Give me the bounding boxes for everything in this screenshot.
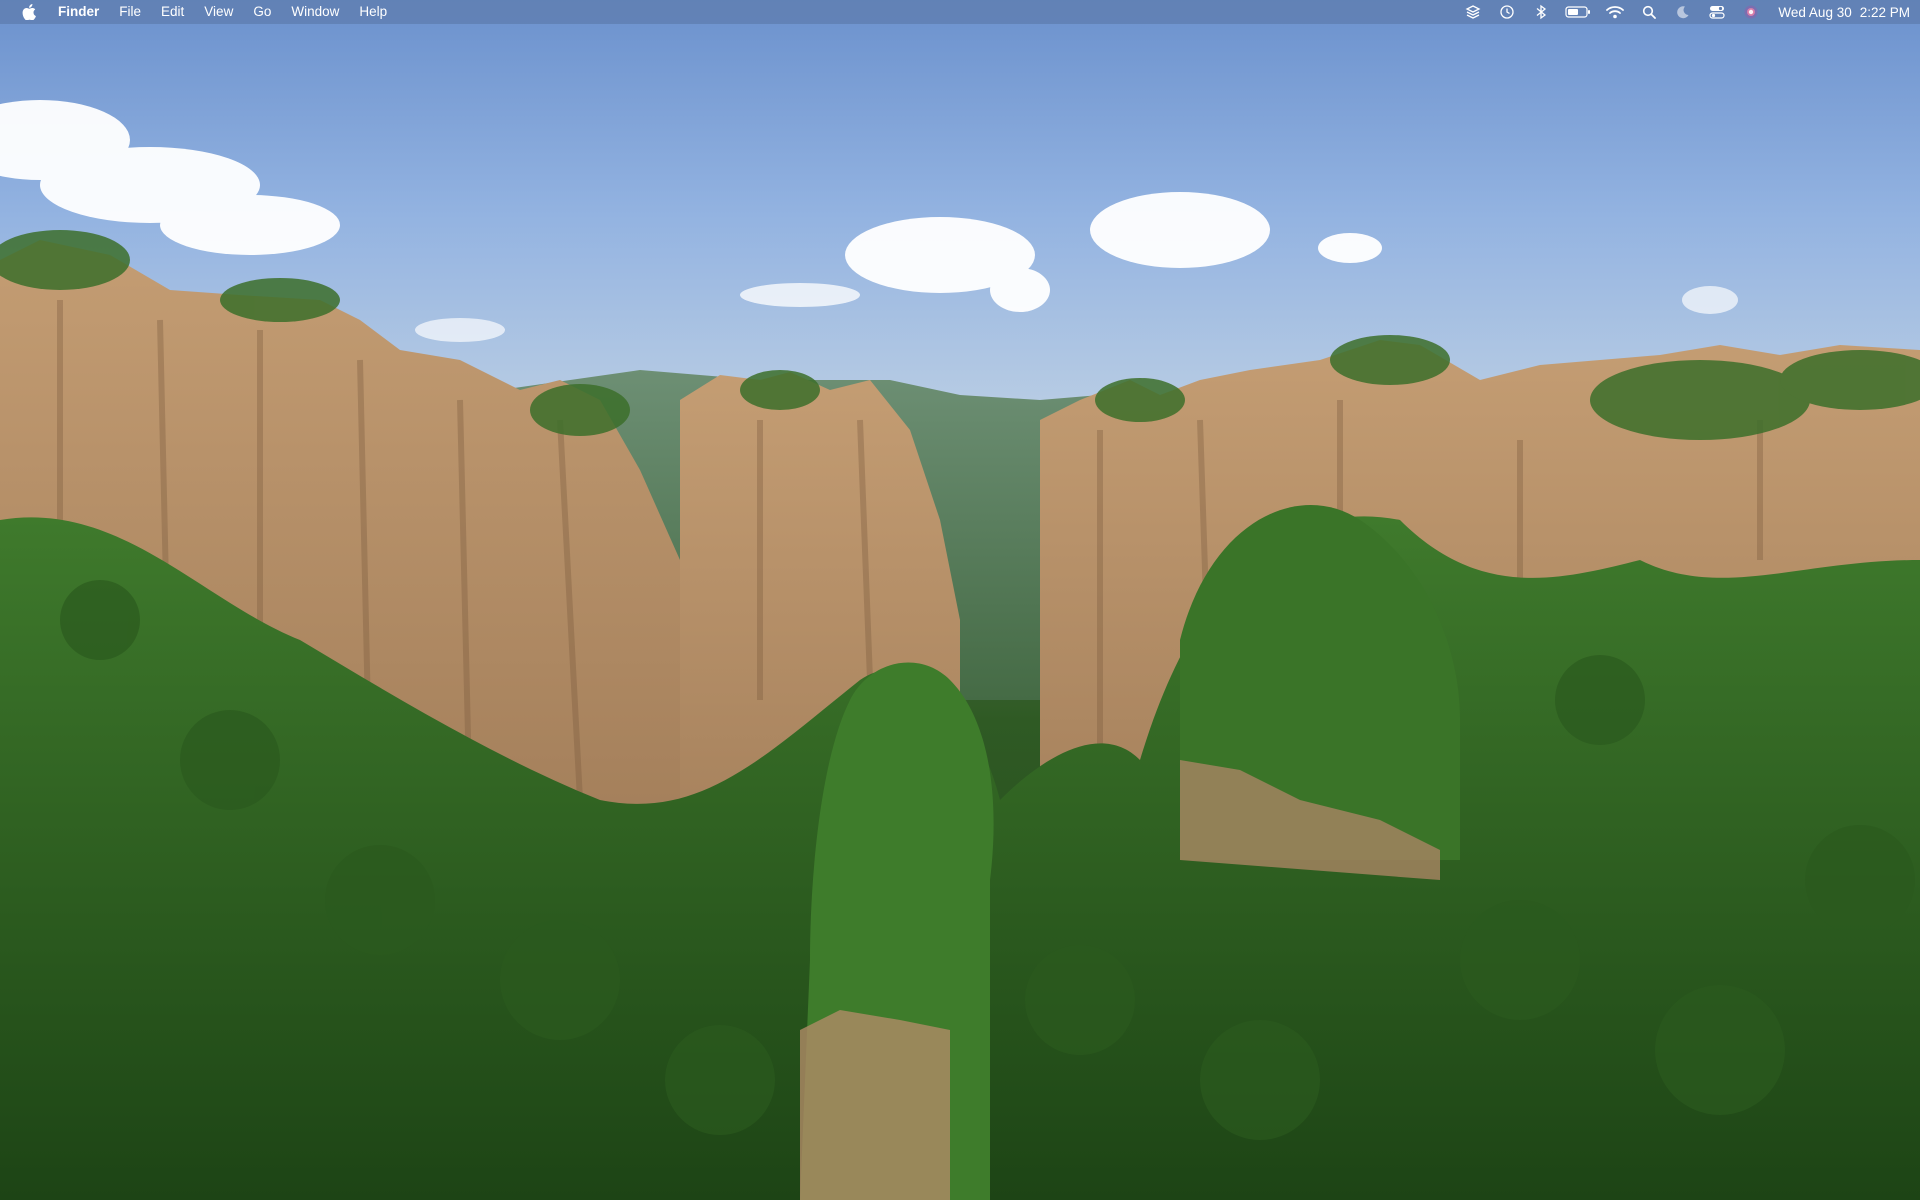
menu-bar-left: Finder File Edit View Go Window Help [18, 0, 397, 24]
time-machine-icon[interactable] [1495, 0, 1519, 24]
siri-icon[interactable] [1739, 0, 1763, 24]
search-icon[interactable] [1637, 0, 1661, 24]
menu-file[interactable]: File [109, 0, 151, 24]
apple-logo-icon[interactable] [18, 0, 40, 24]
bluetooth-icon[interactable] [1529, 0, 1553, 24]
desktop: Finder File Edit View Go Window Help Wed… [0, 0, 1920, 1200]
menu-edit[interactable]: Edit [151, 0, 194, 24]
control-center-icon[interactable] [1705, 0, 1729, 24]
menu-help[interactable]: Help [349, 0, 397, 24]
menu-bar-clock[interactable]: Wed Aug 30 2:22 PM [1778, 5, 1910, 20]
wifi-icon[interactable] [1603, 0, 1627, 24]
desktop-wallpaper [0, 0, 1920, 1200]
clock-time: 2:22 PM [1859, 4, 1910, 20]
menu-app-finder[interactable]: Finder [54, 0, 109, 24]
menu-view[interactable]: View [194, 0, 243, 24]
menu-window[interactable]: Window [281, 0, 349, 24]
do-not-disturb-moon-icon[interactable] [1671, 0, 1695, 24]
menu-bar-status-area: Wed Aug 30 2:22 PM [1456, 0, 1910, 24]
clock-date: Wed Aug 30 [1778, 4, 1852, 20]
layers-icon[interactable] [1461, 0, 1485, 24]
menu-go[interactable]: Go [243, 0, 281, 24]
battery-icon[interactable] [1563, 0, 1593, 24]
menu-bar: Finder File Edit View Go Window Help Wed… [0, 0, 1920, 24]
